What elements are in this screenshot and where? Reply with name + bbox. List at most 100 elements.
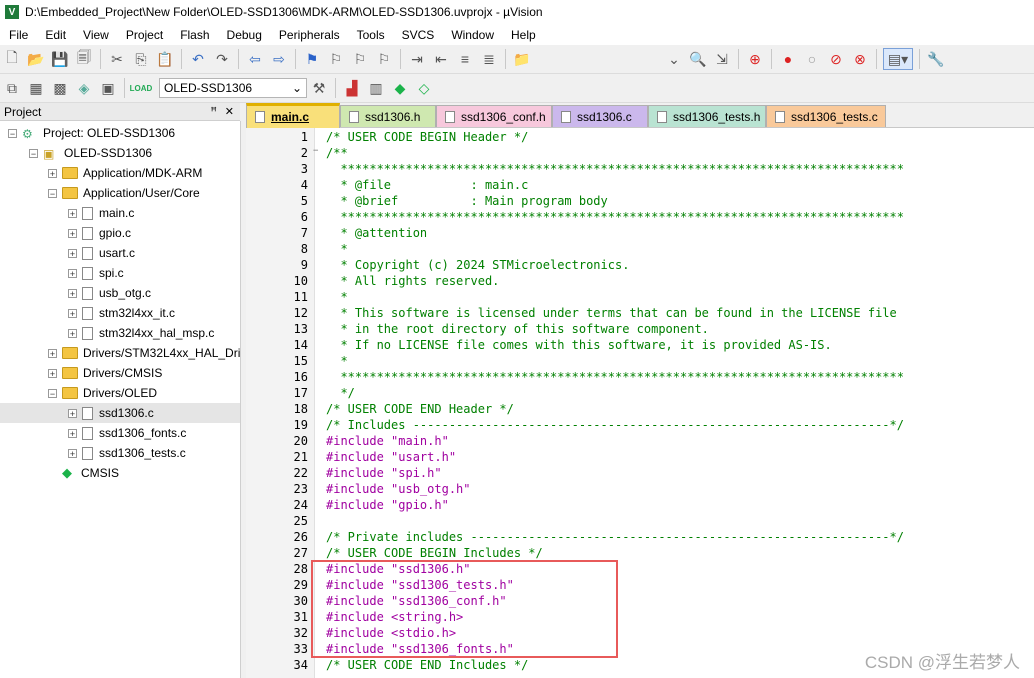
expand-icon[interactable]: + bbox=[68, 448, 77, 458]
expand-icon[interactable]: + bbox=[68, 308, 77, 318]
tree-item-spi-c[interactable]: + spi.c bbox=[68, 263, 124, 283]
tab-ssd1306-h[interactable]: ssd1306.h bbox=[340, 105, 436, 127]
tab-ssd1306-conf-h[interactable]: ssd1306_conf.h bbox=[436, 105, 552, 127]
tree-item-usart-c[interactable]: + usart.c bbox=[68, 243, 135, 263]
expand-icon[interactable]: + bbox=[68, 428, 77, 438]
menu-help[interactable]: Help bbox=[502, 28, 544, 42]
pack-installer-icon[interactable]: ◇ bbox=[414, 78, 434, 98]
code-text: /** bbox=[326, 146, 348, 160]
tree-item-oled-ssd1306[interactable]: − ▣ OLED-SSD1306 bbox=[29, 143, 152, 163]
tree-item-gpio-c[interactable]: + gpio.c bbox=[68, 223, 131, 243]
tree-item-ssd1306-fonts-c[interactable]: + ssd1306_fonts.c bbox=[68, 423, 186, 443]
expand-icon[interactable]: + bbox=[68, 328, 77, 338]
new-file-icon[interactable]: 🗋 bbox=[2, 49, 22, 69]
kill-breakpoints-icon[interactable]: ⊗ bbox=[850, 49, 870, 69]
tab-main-c[interactable]: main.c bbox=[246, 103, 340, 128]
tree-item-stm32l4xx-it-c[interactable]: + stm32l4xx_it.c bbox=[68, 303, 175, 323]
disable-breakpoints-icon[interactable]: ⊘ bbox=[826, 49, 846, 69]
rebuild-icon[interactable]: ▩ bbox=[50, 78, 70, 98]
expand-icon[interactable]: + bbox=[68, 408, 77, 418]
tree-item-main-c[interactable]: + main.c bbox=[68, 203, 134, 223]
select-packs-icon[interactable]: ▥ bbox=[366, 78, 386, 98]
expand-icon[interactable]: + bbox=[48, 168, 57, 178]
tree-item-cmsis[interactable]: ◆ CMSIS bbox=[48, 463, 119, 483]
menu-window[interactable]: Window bbox=[442, 28, 502, 42]
tree-item-ssd1306-tests-c[interactable]: + ssd1306_tests.c bbox=[68, 443, 186, 463]
menu-edit[interactable]: Edit bbox=[36, 28, 74, 42]
debug-session-icon[interactable]: ⊕ bbox=[745, 49, 765, 69]
menu-debug[interactable]: Debug bbox=[218, 28, 270, 42]
navigate-forward-icon[interactable]: ⇨ bbox=[269, 49, 289, 69]
save-icon[interactable]: 💾 bbox=[50, 49, 70, 69]
menu-flash[interactable]: Flash bbox=[171, 28, 217, 42]
configure-icon[interactable]: 🔧 bbox=[926, 49, 946, 69]
clear-bookmarks-icon[interactable]: ⚐ bbox=[374, 49, 394, 69]
find-in-files-icon[interactable]: 📁 bbox=[512, 49, 532, 69]
paste-icon[interactable]: 📋 bbox=[155, 49, 175, 69]
code-comment: /** bbox=[326, 146, 348, 160]
menu-peripherals[interactable]: Peripherals bbox=[270, 28, 348, 42]
batch-build-icon[interactable]: ◈ bbox=[74, 78, 94, 98]
manage-rte-icon[interactable]: ◆ bbox=[390, 78, 410, 98]
tree-item-ssd1306-c[interactable]: + ssd1306.c bbox=[0, 403, 240, 423]
download-load-icon[interactable]: LOAD bbox=[130, 78, 153, 98]
tab-ssd1306-tests-c[interactable]: ssd1306_tests.c bbox=[766, 105, 886, 127]
copy-icon[interactable]: ⎘ bbox=[131, 49, 151, 69]
expand-icon[interactable]: + bbox=[48, 368, 57, 378]
tree-item-stm32l4xx-hal-msp-c[interactable]: + stm32l4xx_hal_msp.c bbox=[68, 323, 214, 343]
collapse-icon[interactable]: − bbox=[48, 188, 57, 198]
uncomment-icon[interactable]: ≣ bbox=[479, 49, 499, 69]
bookmark-icon[interactable]: ⚑ bbox=[302, 49, 322, 69]
tree-item-drivers-stm32l4xx-hal-driv[interactable]: + Drivers/STM32L4xx_HAL_Driv bbox=[48, 343, 240, 363]
insert-breakpoint-icon[interactable]: ● bbox=[778, 49, 798, 69]
cut-icon[interactable]: ✂ bbox=[107, 49, 127, 69]
expand-icon[interactable]: + bbox=[48, 348, 57, 358]
find-dropdown-icon[interactable]: ⌄ bbox=[664, 49, 684, 69]
pin-icon[interactable]: ꟸ bbox=[210, 105, 216, 118]
tab-ssd1306-tests-h[interactable]: ssd1306_tests.h bbox=[648, 105, 766, 127]
close-icon[interactable]: ✕ bbox=[225, 105, 234, 118]
collapse-icon[interactable]: − bbox=[48, 388, 57, 398]
menu-file[interactable]: File bbox=[0, 28, 36, 42]
translate-icon[interactable]: ⧉ bbox=[2, 78, 22, 98]
tree-item-project-oled-ssd1306[interactable]: − ⚙ Project: OLED-SSD1306 bbox=[8, 123, 175, 143]
save-all-icon[interactable]: 🗐 bbox=[74, 49, 94, 69]
expand-icon[interactable]: + bbox=[68, 288, 77, 298]
menu-svcs[interactable]: SVCS bbox=[393, 28, 443, 42]
collapse-icon[interactable]: − bbox=[29, 148, 38, 158]
expand-icon[interactable]: + bbox=[68, 268, 77, 278]
target-options-icon[interactable]: ⚒ bbox=[309, 78, 329, 98]
build-icon[interactable]: ▦ bbox=[26, 78, 46, 98]
expand-icon[interactable]: + bbox=[68, 248, 77, 258]
menu-view[interactable]: View bbox=[74, 28, 117, 42]
prev-bookmark-icon[interactable]: ⚐ bbox=[326, 49, 346, 69]
incremental-find-icon[interactable]: 🔍 bbox=[688, 49, 708, 69]
indent-icon[interactable]: ⇥ bbox=[407, 49, 427, 69]
expand-icon[interactable]: + bbox=[68, 228, 77, 238]
expand-icon[interactable]: + bbox=[68, 208, 77, 218]
open-folder-icon[interactable]: 📂 bbox=[26, 49, 46, 69]
tree-item-application-mdk-arm[interactable]: + Application/MDK-ARM bbox=[48, 163, 202, 183]
target-select[interactable]: OLED-SSD1306 ⌄ bbox=[159, 78, 307, 98]
tree-item-usb-otg-c[interactable]: + usb_otg.c bbox=[68, 283, 151, 303]
tree-item-drivers-oled[interactable]: − Drivers/OLED bbox=[48, 383, 157, 403]
menu-tools[interactable]: Tools bbox=[348, 28, 393, 42]
tab-ssd1306-c[interactable]: ssd1306.c bbox=[552, 105, 648, 127]
window-layout-icon[interactable]: ▤▾ bbox=[883, 48, 913, 70]
undo-icon[interactable]: ↶ bbox=[188, 49, 208, 69]
code-string: "spi.h" bbox=[391, 466, 442, 480]
unindent-icon[interactable]: ⇤ bbox=[431, 49, 451, 69]
fold-toggle-icon[interactable]: − bbox=[313, 146, 322, 162]
collapse-icon[interactable]: − bbox=[8, 128, 17, 138]
tree-item-drivers-cmsis[interactable]: + Drivers/CMSIS bbox=[48, 363, 162, 383]
tree-item-application-user-core[interactable]: − Application/User/Core bbox=[48, 183, 200, 203]
navigate-back-icon[interactable]: ⇦ bbox=[245, 49, 265, 69]
menu-project[interactable]: Project bbox=[117, 28, 171, 42]
redo-icon[interactable]: ↷ bbox=[212, 49, 232, 69]
manage-project-items-icon[interactable]: ▟ bbox=[342, 78, 362, 98]
browse-icon[interactable]: ⇲ bbox=[712, 49, 732, 69]
comment-icon[interactable]: ≡ bbox=[455, 49, 475, 69]
stop-build-icon[interactable]: ▣ bbox=[98, 78, 118, 98]
next-bookmark-icon[interactable]: ⚐ bbox=[350, 49, 370, 69]
enable-breakpoint-icon[interactable]: ○ bbox=[802, 49, 822, 69]
